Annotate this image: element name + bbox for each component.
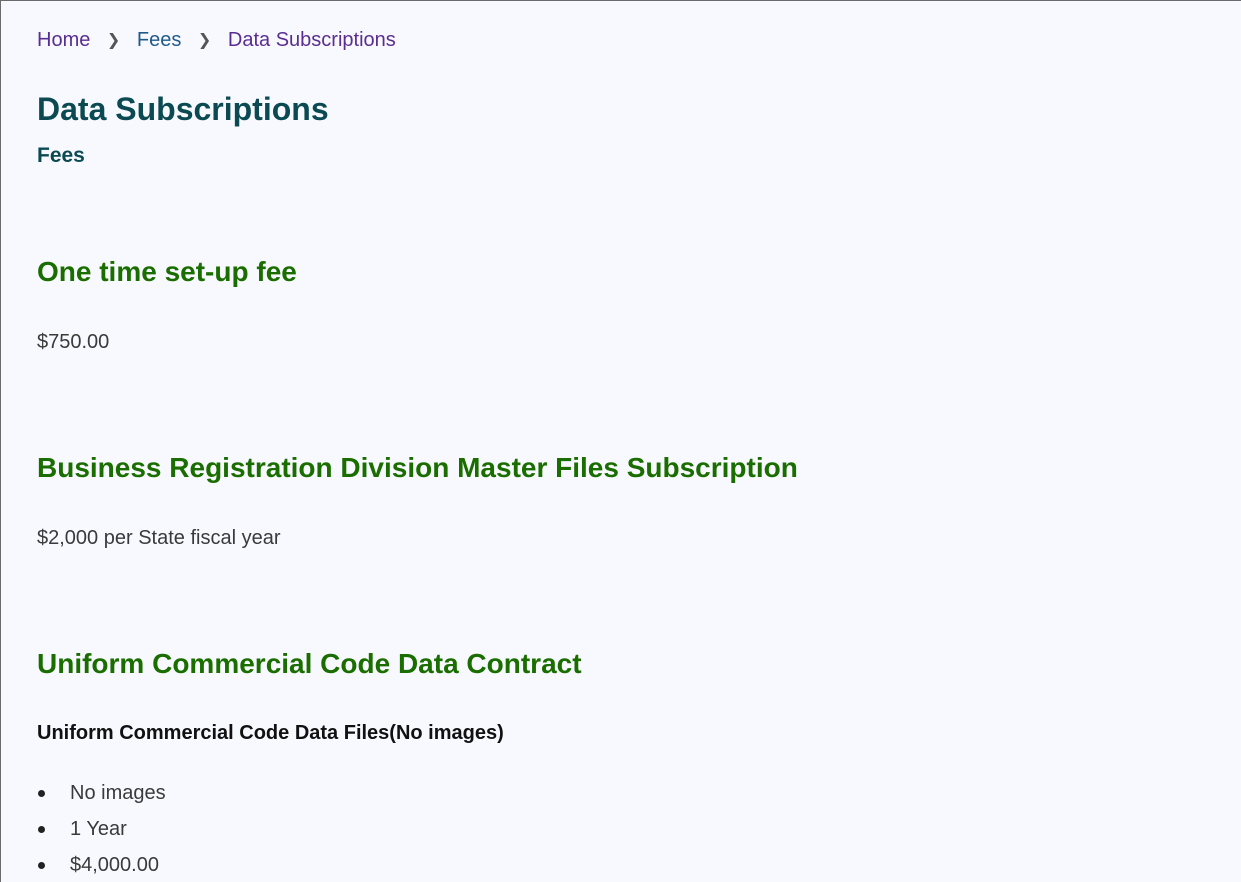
master-files-fee: $2,000 per State fiscal year: [37, 527, 281, 549]
page-content: Home ❯ Fees ❯ Data Subscriptions Data Su…: [0, 0, 1241, 882]
chevron-right-icon: ❯: [106, 32, 121, 49]
page-subtitle: Fees: [37, 144, 85, 167]
bullet-icon: [38, 826, 45, 833]
section-heading-ucc-contract: Uniform Commercial Code Data Contract: [37, 648, 582, 679]
bullet-icon: [38, 862, 45, 869]
ucc-fee-list: No images 1 Year $4,000.00: [37, 780, 166, 882]
list-item: No images: [37, 780, 166, 816]
ucc-data-files-subheading: Uniform Commercial Code Data Files(No im…: [37, 722, 504, 744]
section-heading-master-files: Business Registration Division Master Fi…: [37, 452, 798, 483]
breadcrumb-current-link[interactable]: Data Subscriptions: [228, 29, 396, 51]
list-item-text: $4,000.00: [70, 854, 159, 876]
breadcrumb-fees-link[interactable]: Fees: [137, 29, 181, 51]
list-item: $4,000.00: [37, 852, 166, 882]
list-item-text: 1 Year: [70, 818, 127, 840]
breadcrumb-home-link[interactable]: Home: [37, 29, 90, 51]
list-item: 1 Year: [37, 816, 166, 852]
section-heading-setup-fee: One time set-up fee: [37, 256, 297, 287]
chevron-right-icon: ❯: [197, 32, 212, 49]
bullet-icon: [38, 790, 45, 797]
page-title: Data Subscriptions: [37, 91, 329, 127]
setup-fee-amount: $750.00: [37, 331, 110, 353]
breadcrumb: Home ❯ Fees ❯ Data Subscriptions: [37, 27, 396, 55]
list-item-text: No images: [70, 782, 166, 804]
